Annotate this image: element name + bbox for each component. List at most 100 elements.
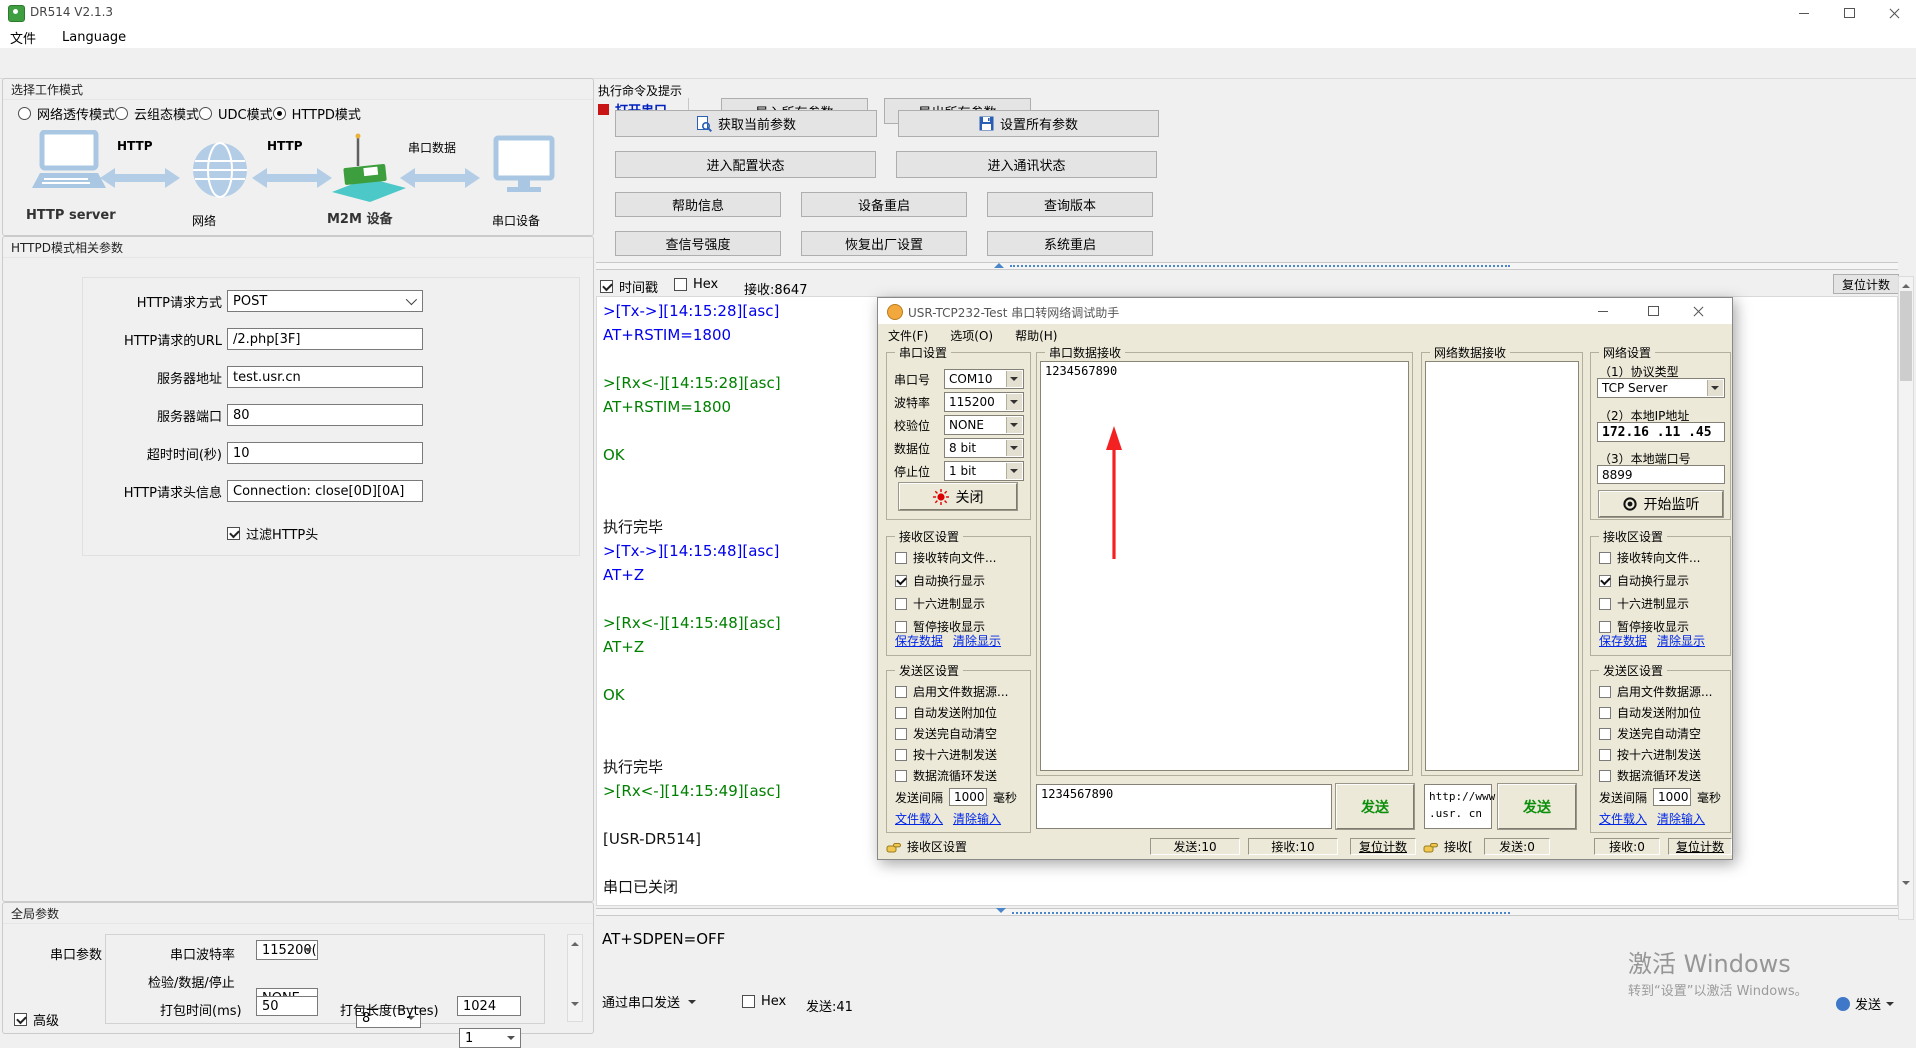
global-scrollbar[interactable]: [567, 934, 583, 1022]
action-link[interactable]: 文件载入: [895, 810, 943, 827]
checkbox-icon[interactable]: [895, 707, 907, 719]
global-baud-select[interactable]: 115200(: [256, 940, 318, 960]
field-input[interactable]: 80: [227, 404, 423, 426]
setting-checkbox[interactable]: 接收转向文件...: [895, 549, 1030, 566]
command-button[interactable]: 查信号强度: [615, 231, 781, 256]
checkbox-icon[interactable]: [895, 686, 907, 698]
checkbox-icon[interactable]: [742, 995, 755, 1008]
field-select[interactable]: 1 bit: [944, 461, 1024, 481]
radio-icon[interactable]: [18, 107, 31, 120]
checkbox-icon[interactable]: [674, 278, 687, 291]
command-button[interactable]: 进入配置状态: [615, 151, 876, 178]
global-stopbits-select[interactable]: 1: [459, 1028, 521, 1048]
reset-count-link[interactable]: 复位计数: [1350, 838, 1416, 855]
splitter-down-icon[interactable]: [996, 908, 1006, 918]
net-send-button[interactable]: 发送: [1498, 784, 1576, 829]
action-link[interactable]: 清除输入: [953, 810, 1001, 827]
menu-item[interactable]: 文件(F): [888, 327, 928, 344]
work-mode-option[interactable]: HTTPD模式: [273, 104, 361, 123]
close-icon[interactable]: [1872, 0, 1916, 26]
checkbox-icon[interactable]: [1599, 621, 1611, 633]
checkbox-icon[interactable]: [1599, 598, 1611, 610]
setting-checkbox[interactable]: 十六进制显示: [1599, 595, 1730, 612]
setting-checkbox[interactable]: 自动发送附加位: [1599, 704, 1730, 721]
field-input[interactable]: /2.php[3F]: [227, 328, 423, 350]
reset-count-link-2[interactable]: 复位计数: [1668, 838, 1732, 855]
scroll-up-icon[interactable]: [1902, 280, 1910, 288]
checkbox-icon[interactable]: [895, 598, 907, 610]
field-select[interactable]: 115200: [944, 392, 1024, 412]
setting-checkbox[interactable]: 启用文件数据源...: [1599, 683, 1730, 700]
scroll-thumb[interactable]: [1900, 291, 1912, 381]
field-select[interactable]: NONE: [944, 415, 1024, 435]
checkbox-icon[interactable]: [1599, 749, 1611, 761]
setting-checkbox[interactable]: 发送完自动清空: [1599, 725, 1730, 742]
work-mode-option[interactable]: 网络透传模式: [18, 104, 115, 123]
scroll-down-icon[interactable]: [1902, 881, 1910, 889]
radio-icon[interactable]: [115, 107, 128, 120]
checkbox-icon[interactable]: [1599, 575, 1611, 587]
command-button[interactable]: 设备重启: [801, 192, 967, 217]
splitter-up-icon[interactable]: [994, 258, 1004, 268]
command-button[interactable]: 恢复出厂设置: [801, 231, 967, 256]
checkbox-icon[interactable]: [1599, 707, 1611, 719]
checkbox-icon[interactable]: [600, 280, 613, 293]
radio-icon[interactable]: [199, 107, 212, 120]
command-button[interactable]: 进入通讯状态: [896, 151, 1157, 178]
minimize-icon[interactable]: [1583, 298, 1623, 324]
minimize-icon[interactable]: [1781, 0, 1826, 26]
pack-len-input[interactable]: 1024: [457, 996, 521, 1016]
close-port-button[interactable]: 关闭: [899, 483, 1017, 510]
local-ip-input[interactable]: 172.16 .11 .45: [1597, 422, 1725, 442]
action-link[interactable]: 文件载入: [1599, 810, 1647, 827]
action-link[interactable]: 保存数据: [1599, 632, 1647, 649]
menu-item[interactable]: 文件: [10, 28, 36, 47]
action-link[interactable]: 保存数据: [895, 632, 943, 649]
bottom-send-button[interactable]: 发送: [1836, 994, 1894, 1013]
radio-icon[interactable]: [273, 107, 286, 120]
log-scrollbar[interactable]: [1898, 276, 1914, 920]
net-send-input[interactable]: http://www.usr. cn: [1424, 784, 1492, 829]
action-link[interactable]: 清除显示: [1657, 632, 1705, 649]
field-input[interactable]: test.usr.cn: [227, 366, 423, 388]
checkbox-icon[interactable]: [895, 621, 907, 633]
listen-button[interactable]: 开始监听: [1599, 491, 1723, 517]
command-button[interactable]: 系统重启: [987, 231, 1153, 256]
menu-item[interactable]: 选项(O): [950, 327, 993, 344]
scroll-up-icon[interactable]: [571, 938, 579, 946]
net-recv-area[interactable]: [1425, 361, 1579, 771]
action-link[interactable]: 清除输入: [1657, 810, 1705, 827]
field-input[interactable]: Connection: close[0D][0A]: [227, 480, 423, 502]
checkbox-icon[interactable]: [1599, 686, 1611, 698]
send-hex-checkbox[interactable]: Hex: [742, 994, 786, 1009]
setting-checkbox[interactable]: 数据流循环发送: [895, 767, 1030, 784]
setting-checkbox[interactable]: 按十六进制发送: [1599, 746, 1730, 763]
checkbox-icon[interactable]: [895, 770, 907, 782]
interval-input[interactable]: 1000: [1653, 788, 1691, 806]
setting-checkbox[interactable]: 启用文件数据源...: [895, 683, 1030, 700]
send-text[interactable]: AT+SDPEN=OFF: [602, 930, 725, 948]
serial-send-input[interactable]: 1234567890: [1036, 784, 1332, 829]
checkbox-icon[interactable]: [227, 527, 240, 540]
serial-send-button[interactable]: 发送: [1336, 784, 1414, 829]
get-params-button[interactable]: 获取当前参数: [615, 110, 877, 137]
filter-http-checkbox[interactable]: 过滤HTTP头: [227, 524, 318, 543]
maximize-icon[interactable]: [1633, 298, 1673, 324]
action-link[interactable]: 清除显示: [953, 632, 1001, 649]
pack-time-input[interactable]: 50: [256, 996, 318, 1016]
checkbox-icon[interactable]: [895, 552, 907, 564]
work-mode-option[interactable]: UDC模式: [199, 104, 273, 123]
checkbox-icon[interactable]: [895, 575, 907, 587]
menu-item[interactable]: Language: [62, 30, 126, 45]
command-button[interactable]: 帮助信息: [615, 192, 781, 217]
interval-input[interactable]: 1000: [949, 788, 987, 806]
timestamp-checkbox[interactable]: 时间戳: [600, 277, 658, 296]
maximize-icon[interactable]: [1827, 0, 1872, 26]
checkbox-icon[interactable]: [1599, 728, 1611, 740]
scroll-down-icon[interactable]: [571, 1002, 579, 1010]
checkbox-icon[interactable]: [895, 749, 907, 761]
checkbox-icon[interactable]: [14, 1013, 27, 1026]
work-mode-option[interactable]: 云组态模式: [115, 104, 199, 123]
menu-item[interactable]: 帮助(H): [1015, 327, 1057, 344]
checkbox-icon[interactable]: [1599, 770, 1611, 782]
